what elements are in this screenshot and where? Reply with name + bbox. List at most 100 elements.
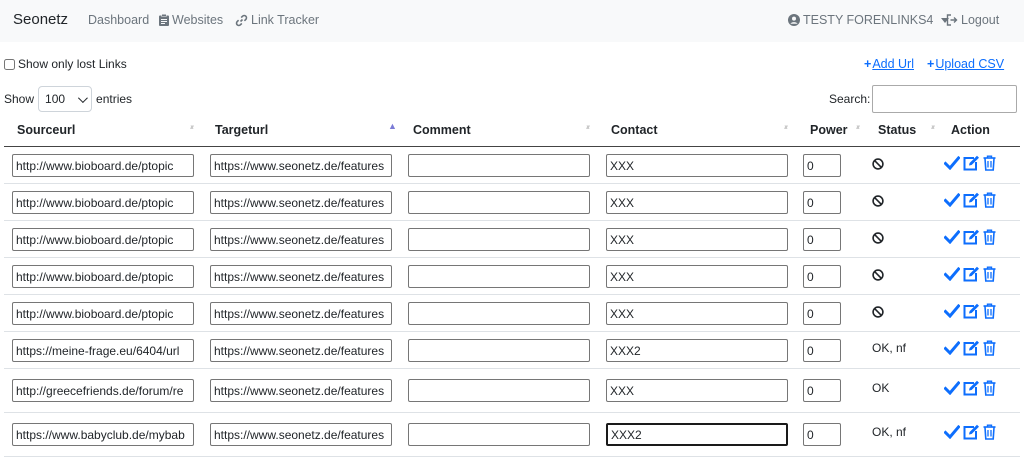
add-url-link[interactable]: +Add Url [864,57,914,71]
logout-label: Logout [961,13,1000,27]
sort-icon[interactable]: ▴▾ [856,124,860,131]
table-body: http://www.bioboard.de/ptopic https://www… [4,147,1020,457]
check-icon[interactable] [944,341,960,355]
brand-logo[interactable]: Seonetz [13,11,68,28]
contact-input[interactable]: XXX [606,302,788,325]
contact-input[interactable]: XXX2 [606,423,788,446]
row-actions [944,192,996,208]
source-url-input[interactable]: https://meine-frage.eu/6404/url [12,339,194,362]
sort-icon[interactable]: ▴▾ [190,124,194,131]
target-url-input[interactable]: https://www.seonetz.de/features [210,228,392,251]
source-url-input[interactable]: https://www.babyclub.de/mybab [12,423,194,446]
source-url-input[interactable]: http://greecefriends.de/forum/re [12,379,194,402]
contact-input[interactable]: XXX [606,191,788,214]
comment-input[interactable] [408,265,590,288]
table-row: https://meine-frage.eu/6404/url https://w… [4,332,1020,369]
edit-icon[interactable] [963,266,980,282]
trash-icon[interactable] [983,155,996,171]
sort-icon[interactable]: ▴▾ [586,124,590,131]
comment-input[interactable] [408,423,590,446]
edit-icon[interactable] [963,340,980,356]
source-url-input[interactable]: http://www.bioboard.de/ptopic [12,302,194,325]
sign-out-icon [946,14,958,26]
edit-icon[interactable] [963,380,980,396]
comment-input[interactable] [408,154,590,177]
trash-icon[interactable] [983,192,996,208]
sort-icon[interactable]: ▴▾ [931,124,935,131]
user-menu-dropdown[interactable]: TESTY FORENLINKS4 [788,13,950,27]
contact-input[interactable]: XXX [606,379,788,402]
plus-icon: + [864,57,872,71]
power-input[interactable]: 0 [803,379,841,402]
source-url-input[interactable]: http://www.bioboard.de/ptopic [12,154,194,177]
target-url-input[interactable]: https://www.seonetz.de/features [210,423,392,446]
table-header: Sourceurl ▴▾ Targeturl ▲ Comment ▴▾ Contact ▴▾ P… [4,114,1020,147]
column-header-contact[interactable]: Contact [611,123,658,137]
source-url-input[interactable]: http://www.bioboard.de/ptopic [12,265,194,288]
power-input[interactable]: 0 [803,265,841,288]
trash-icon[interactable] [983,424,996,440]
check-icon[interactable] [944,193,960,207]
target-url-input[interactable]: https://www.seonetz.de/features [210,154,392,177]
target-url-input[interactable]: https://www.seonetz.de/features [210,265,392,288]
nav-link-tracker-link[interactable]: Link Tracker [235,13,319,27]
column-header-targeturl[interactable]: Targeturl [215,123,268,137]
show-lost-links-label: Show only lost Links [18,57,127,71]
target-url-input[interactable]: https://www.seonetz.de/features [210,379,392,402]
check-icon[interactable] [944,425,960,439]
comment-input[interactable] [408,302,590,325]
trash-icon[interactable] [983,229,996,245]
contact-input[interactable]: XXX [606,228,788,251]
sort-icon[interactable]: ▴▾ [784,124,788,131]
power-input[interactable]: 0 [803,339,841,362]
check-icon[interactable] [944,304,960,318]
trash-icon[interactable] [983,303,996,319]
contact-input[interactable]: XXX [606,265,788,288]
column-header-sourceurl[interactable]: Sourceurl [17,123,75,137]
edit-icon[interactable] [963,303,980,319]
edit-icon[interactable] [963,155,980,171]
column-header-comment[interactable]: Comment [413,123,471,137]
sort-ascending-icon[interactable]: ▲ [388,122,397,131]
comment-input[interactable] [408,191,590,214]
check-icon[interactable] [944,156,960,170]
comment-input[interactable] [408,379,590,402]
power-input[interactable]: 0 [803,423,841,446]
status-text: OK, nf [872,425,907,439]
edit-icon[interactable] [963,424,980,440]
power-input[interactable]: 0 [803,191,841,214]
trash-icon[interactable] [983,266,996,282]
column-header-status[interactable]: Status [878,123,916,137]
comment-input[interactable] [408,339,590,362]
power-input[interactable]: 0 [803,302,841,325]
contact-input[interactable]: XXX [606,154,788,177]
check-icon[interactable] [944,267,960,281]
nav-websites-link[interactable]: Websites [159,13,223,27]
check-icon[interactable] [944,230,960,244]
nav-dashboard-link[interactable]: Dashboard [88,13,149,27]
table-row: http://www.bioboard.de/ptopic https://www… [4,184,1020,221]
entries-select[interactable]: 100 [38,86,93,112]
source-url-input[interactable]: http://www.bioboard.de/ptopic [12,191,194,214]
trash-icon[interactable] [983,340,996,356]
edit-icon[interactable] [963,229,980,245]
target-url-input[interactable]: https://www.seonetz.de/features [210,339,392,362]
check-icon[interactable] [944,381,960,395]
show-lost-links-toggle[interactable]: Show only lost Links [4,57,127,71]
row-actions [944,380,996,396]
logout-link[interactable]: Logout [946,13,999,27]
trash-icon[interactable] [983,380,996,396]
column-header-power[interactable]: Power [810,123,848,137]
comment-input[interactable] [408,228,590,251]
edit-icon[interactable] [963,192,980,208]
power-input[interactable]: 0 [803,228,841,251]
target-url-input[interactable]: https://www.seonetz.de/features [210,191,392,214]
power-input[interactable]: 0 [803,154,841,177]
show-lost-links-checkbox[interactable] [4,58,15,70]
search-input[interactable] [872,85,1018,113]
target-url-input[interactable]: https://www.seonetz.de/features [210,302,392,325]
source-url-input[interactable]: http://www.bioboard.de/ptopic [12,228,194,251]
contact-input[interactable]: XXX2 [606,339,788,362]
nav-link-tracker-label: Link Tracker [251,13,320,27]
upload-csv-link[interactable]: +Upload CSV [927,57,1004,71]
